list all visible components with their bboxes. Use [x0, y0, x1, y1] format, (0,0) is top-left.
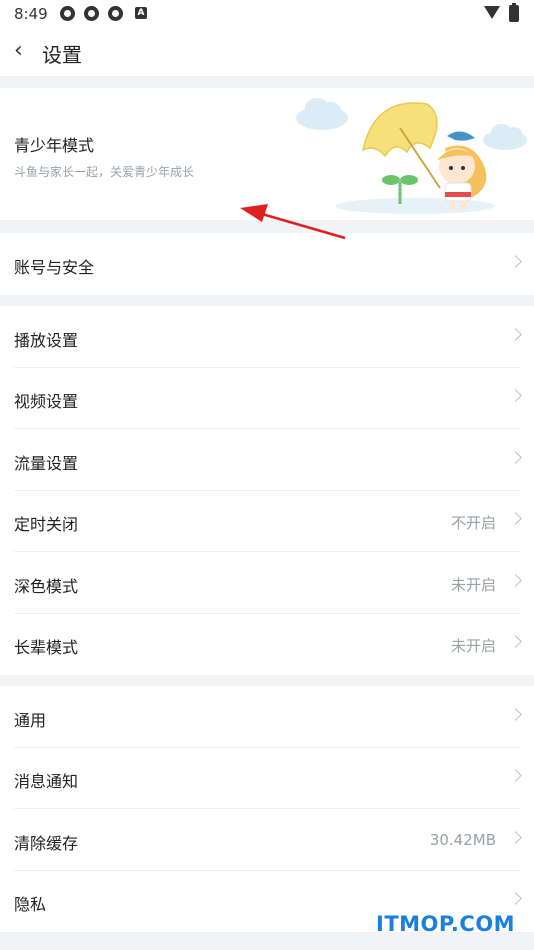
annotation-arrow	[240, 204, 346, 240]
watermark: ITMOP.COM	[376, 912, 516, 936]
